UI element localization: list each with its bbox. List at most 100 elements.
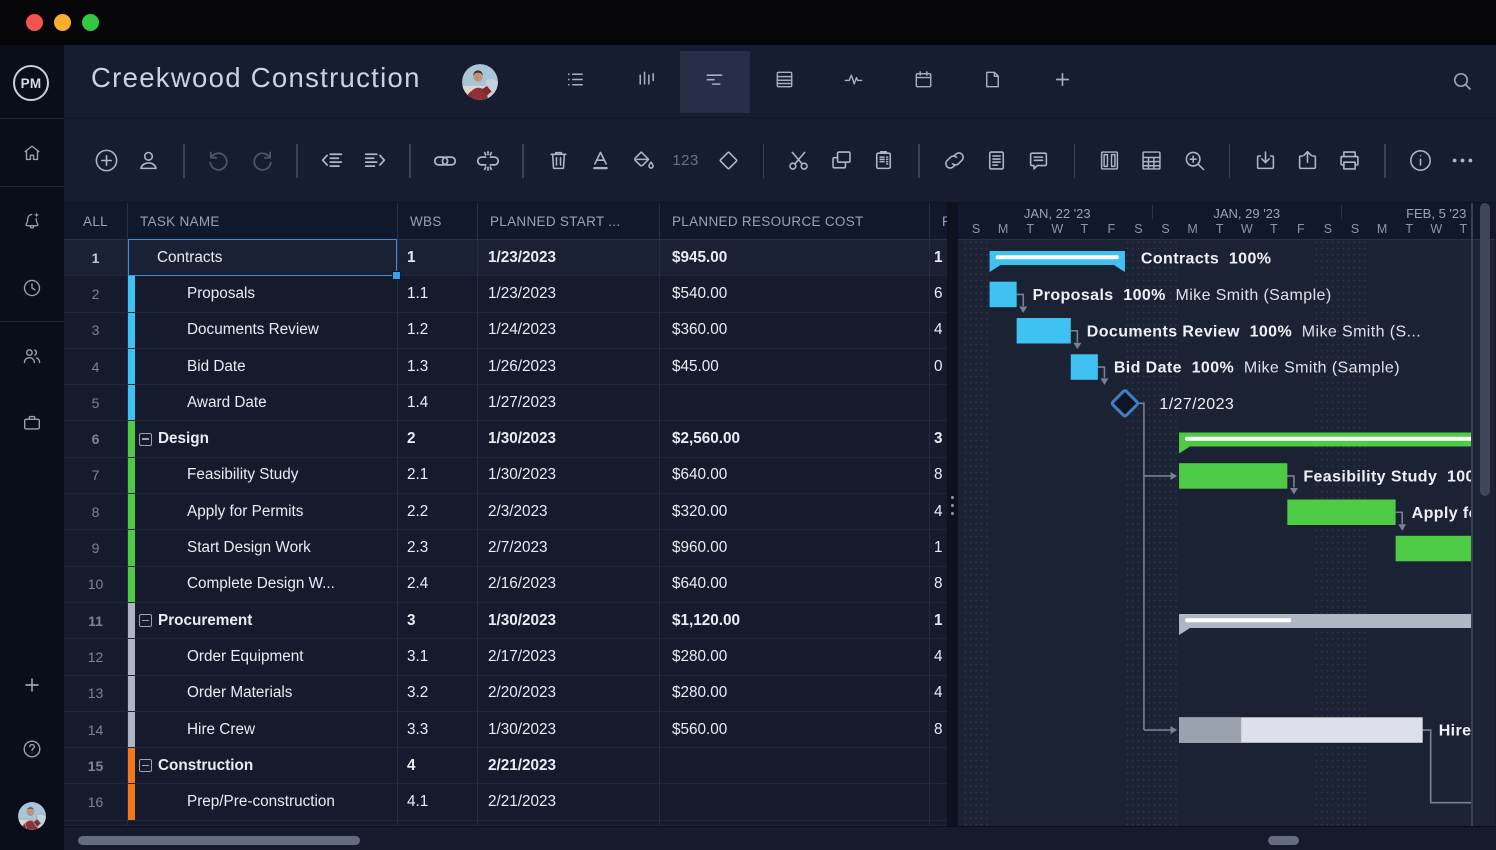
column-header-extra[interactable]: P: [930, 203, 947, 239]
cell-cost[interactable]: $960.00: [660, 530, 930, 565]
task-row-2[interactable]: 2Proposals1.11/23/2023$540.006: [64, 276, 947, 312]
cell-cost[interactable]: $540.00: [660, 276, 930, 311]
task-row-11[interactable]: 11Procurement31/30/2023$1,120.001: [64, 603, 947, 639]
cell-extra[interactable]: 1: [930, 603, 947, 638]
cell-name[interactable]: Construction: [128, 748, 398, 783]
cell-wbs[interactable]: 2: [398, 421, 478, 456]
cell-cost[interactable]: $45.00: [660, 349, 930, 384]
task-row-4[interactable]: 4Bid Date1.31/26/2023$45.000: [64, 349, 947, 385]
toolbar-print-button[interactable]: [1329, 140, 1371, 182]
cell-cost[interactable]: $280.00: [660, 639, 930, 674]
gantt-bar-proposals[interactable]: [990, 282, 1017, 308]
cell-start[interactable]: 1/24/2023: [478, 313, 660, 348]
cell-start[interactable]: 2/7/2023: [478, 530, 660, 565]
sidebar-clock-icon[interactable]: [0, 254, 64, 321]
toolbar-zoom-in-button[interactable]: [1173, 140, 1215, 182]
cell-start[interactable]: 1/30/2023: [478, 712, 660, 747]
cell-extra[interactable]: 3: [930, 421, 947, 456]
cell-start[interactable]: 2/20/2023: [478, 676, 660, 711]
cell-extra[interactable]: 4: [930, 313, 947, 348]
cell-num[interactable]: 9: [64, 530, 128, 565]
cell-name[interactable]: Award Date: [128, 385, 398, 420]
toolbar-import-button[interactable]: [1244, 140, 1286, 182]
toolbar-redo-button[interactable]: [240, 140, 282, 182]
cell-name[interactable]: Design: [128, 421, 398, 456]
cell-extra[interactable]: 8: [930, 567, 947, 602]
cell-wbs[interactable]: 3.1: [398, 639, 478, 674]
cell-num[interactable]: 16: [64, 784, 128, 819]
sidebar-plus-icon[interactable]: [21, 674, 43, 696]
cell-start[interactable]: 1/30/2023: [478, 421, 660, 456]
cell-start[interactable]: 2/21/2023: [478, 784, 660, 819]
cell-num[interactable]: 14: [64, 712, 128, 747]
sidebar-help-icon[interactable]: [21, 738, 43, 760]
task-row-7[interactable]: 7Feasibility Study2.11/30/2023$640.008: [64, 458, 947, 494]
cell-extra[interactable]: 0: [930, 349, 947, 384]
cell-extra[interactable]: 4: [930, 639, 947, 674]
toolbar-info-button[interactable]: [1399, 140, 1441, 182]
cell-wbs[interactable]: 3.3: [398, 712, 478, 747]
toolbar-export-button[interactable]: [1286, 140, 1328, 182]
collapse-toggle-icon[interactable]: [139, 759, 152, 772]
task-row-15[interactable]: 15Construction42/21/2023: [64, 748, 947, 784]
cell-wbs[interactable]: 1.1: [398, 276, 478, 311]
toolbar-attach-link-button[interactable]: [933, 140, 975, 182]
toolbar-copy-button[interactable]: [820, 140, 862, 182]
toolbar-assign-person-button[interactable]: [127, 140, 169, 182]
cell-wbs[interactable]: 1.3: [398, 349, 478, 384]
cell-extra[interactable]: 1: [930, 240, 947, 275]
tab-list-view[interactable]: [541, 51, 611, 113]
toolbar-more-button[interactable]: [1442, 140, 1484, 182]
cell-start[interactable]: 1/30/2023: [478, 603, 660, 638]
column-header-start[interactable]: PLANNED START ...: [478, 203, 660, 239]
tab-docs-view[interactable]: [958, 51, 1028, 113]
cell-name[interactable]: Start Design Work: [128, 530, 398, 565]
cell-extra[interactable]: 8: [930, 458, 947, 493]
cell-extra[interactable]: 1: [930, 530, 947, 565]
sidebar-user-avatar[interactable]: [18, 802, 46, 830]
cell-cost[interactable]: $360.00: [660, 313, 930, 348]
selection-fill-handle[interactable]: [392, 271, 401, 280]
grid-horizontal-scrollbar[interactable]: [78, 836, 360, 845]
cell-name[interactable]: Complete Design W...: [128, 567, 398, 602]
collapse-toggle-icon[interactable]: [139, 614, 152, 627]
cell-extra[interactable]: 8: [930, 712, 947, 747]
cell-cost[interactable]: $320.00: [660, 494, 930, 529]
cell-extra[interactable]: 4: [930, 676, 947, 711]
task-row-3[interactable]: 3Documents Review1.21/24/2023$360.004: [64, 313, 947, 349]
cell-num[interactable]: 15: [64, 748, 128, 783]
task-row-9[interactable]: 9Start Design Work2.32/7/2023$960.001: [64, 530, 947, 566]
cell-cost[interactable]: $2,560.00: [660, 421, 930, 456]
toolbar-font-color-button[interactable]: [580, 140, 622, 182]
cell-extra[interactable]: 6: [930, 276, 947, 311]
toolbar-milestone-button[interactable]: [707, 140, 749, 182]
cell-num[interactable]: 13: [64, 676, 128, 711]
cell-wbs[interactable]: 4: [398, 748, 478, 783]
cell-wbs[interactable]: 2.3: [398, 530, 478, 565]
task-row-1[interactable]: 1Contracts11/23/2023$945.001: [64, 240, 947, 276]
sidebar-bell-icon[interactable]: [0, 187, 64, 254]
tab-add-view[interactable]: [1028, 51, 1098, 113]
cell-wbs[interactable]: 1: [398, 240, 478, 275]
toolbar-unlink-tasks-button[interactable]: [467, 140, 509, 182]
gantt-bar-startdesign[interactable]: [1396, 536, 1471, 562]
cell-name[interactable]: Bid Date: [128, 349, 398, 384]
cell-num[interactable]: 11: [64, 603, 128, 638]
tab-sheet-view[interactable]: [750, 51, 820, 113]
cell-wbs[interactable]: 4.1: [398, 784, 478, 819]
task-row-16[interactable]: 16Prep/Pre-construction4.12/21/2023: [64, 784, 947, 820]
toolbar-link-tasks-button[interactable]: [424, 140, 466, 182]
cell-name[interactable]: Order Materials: [128, 676, 398, 711]
cell-wbs[interactable]: 2.1: [398, 458, 478, 493]
gantt-bar-hirecrew[interactable]: [1179, 717, 1423, 743]
toolbar-outdent-button[interactable]: [311, 140, 353, 182]
toolbar-number-format-button[interactable]: 123: [664, 140, 706, 182]
toolbar-paste-button[interactable]: [862, 140, 904, 182]
cell-num[interactable]: 2: [64, 276, 128, 311]
cell-name[interactable]: Feasibility Study: [128, 458, 398, 493]
gantt-bar-permits[interactable]: [1287, 500, 1395, 526]
window-close-button[interactable]: [26, 14, 43, 31]
cell-start[interactable]: 1/30/2023: [478, 458, 660, 493]
task-row-6[interactable]: 6Design21/30/2023$2,560.003: [64, 421, 947, 457]
task-row-8[interactable]: 8Apply for Permits2.22/3/2023$320.004: [64, 494, 947, 530]
